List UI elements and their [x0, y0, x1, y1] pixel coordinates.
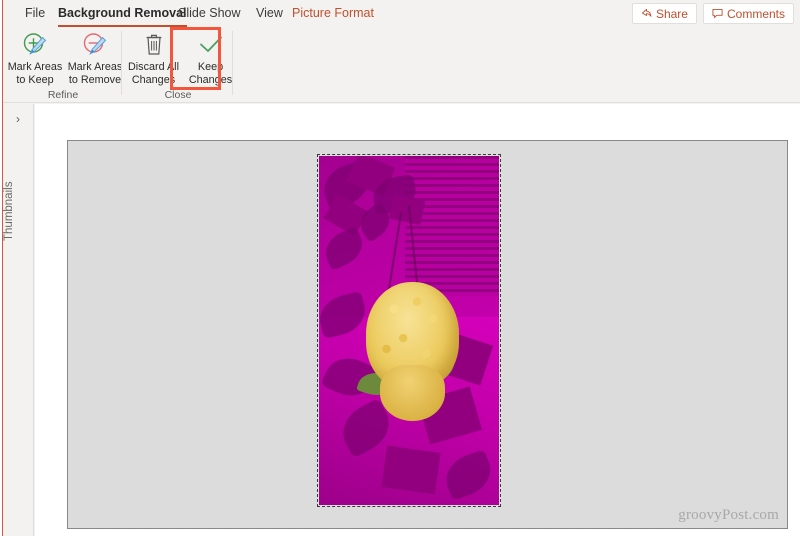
photo-flower-bloom-lower [380, 365, 445, 422]
powerpoint-window: File Background Removal Slide Show View … [0, 0, 800, 536]
tab-picture-format[interactable]: Picture Format [285, 3, 381, 24]
ribbon-group-separator-2 [232, 31, 233, 95]
tab-file[interactable]: File [18, 3, 52, 24]
marigold-flower-photo[interactable] [319, 156, 499, 505]
watermark: groovyPost.com [678, 507, 779, 523]
share-label: Share [655, 6, 688, 21]
keep-changes-label: Keep Changes [188, 61, 233, 86]
share-button[interactable]: Share [631, 3, 697, 24]
mark-areas-to-keep-label: Mark Areas to Keep [7, 61, 63, 86]
checkmark-icon [196, 30, 226, 60]
mark-areas-to-keep-button[interactable]: Mark Areas to Keep [5, 27, 65, 86]
comments-button[interactable]: Comments [702, 3, 794, 24]
picture-selection[interactable] [317, 154, 501, 507]
tab-slide-show[interactable]: Slide Show [171, 3, 248, 24]
ribbon-group-separator-1 [121, 31, 122, 95]
thumbnails-label: Thumbnails [3, 181, 15, 241]
chevron-right-icon[interactable]: › [3, 112, 33, 126]
ribbon: File Background Removal Slide Show View … [3, 0, 800, 103]
share-icon [641, 8, 652, 19]
window-left-accent-rail [2, 0, 3, 536]
ribbon-body: Mark Areas to Keep Mark Areas to Remove … [3, 27, 800, 103]
trash-icon [141, 30, 167, 60]
discard-all-changes-button[interactable]: Discard All Changes [125, 27, 182, 86]
mark-areas-to-remove-label: Mark Areas to Remove [67, 61, 123, 86]
mark-areas-to-remove-icon [81, 30, 109, 60]
photo-window-blinds [405, 156, 499, 296]
ribbon-group-close: Discard All Changes Keep Changes Close [125, 27, 232, 102]
photo-leaf [381, 445, 441, 495]
slide-canvas[interactable]: groovyPost.com [67, 140, 788, 529]
comment-icon [712, 8, 723, 19]
slide-workspace: groovyPost.com [35, 104, 800, 536]
ribbon-group-refine: Mark Areas to Keep Mark Areas to Remove … [5, 27, 122, 102]
ribbon-group-refine-label: Refine [47, 89, 79, 101]
tab-view[interactable]: View [249, 3, 290, 24]
ribbon-right-buttons: Share Comments [631, 3, 794, 24]
mark-areas-to-keep-icon [21, 30, 49, 60]
keep-changes-button[interactable]: Keep Changes [182, 27, 239, 86]
thumbnails-pane-collapsed[interactable]: › Thumbnails [3, 104, 34, 536]
ribbon-group-close-label: Close [164, 89, 192, 101]
mark-areas-to-remove-button[interactable]: Mark Areas to Remove [65, 27, 125, 86]
comments-label: Comments [726, 6, 785, 21]
discard-all-changes-label: Discard All Changes [127, 61, 179, 86]
ribbon-tabstrip: File Background Removal Slide Show View … [3, 0, 800, 27]
